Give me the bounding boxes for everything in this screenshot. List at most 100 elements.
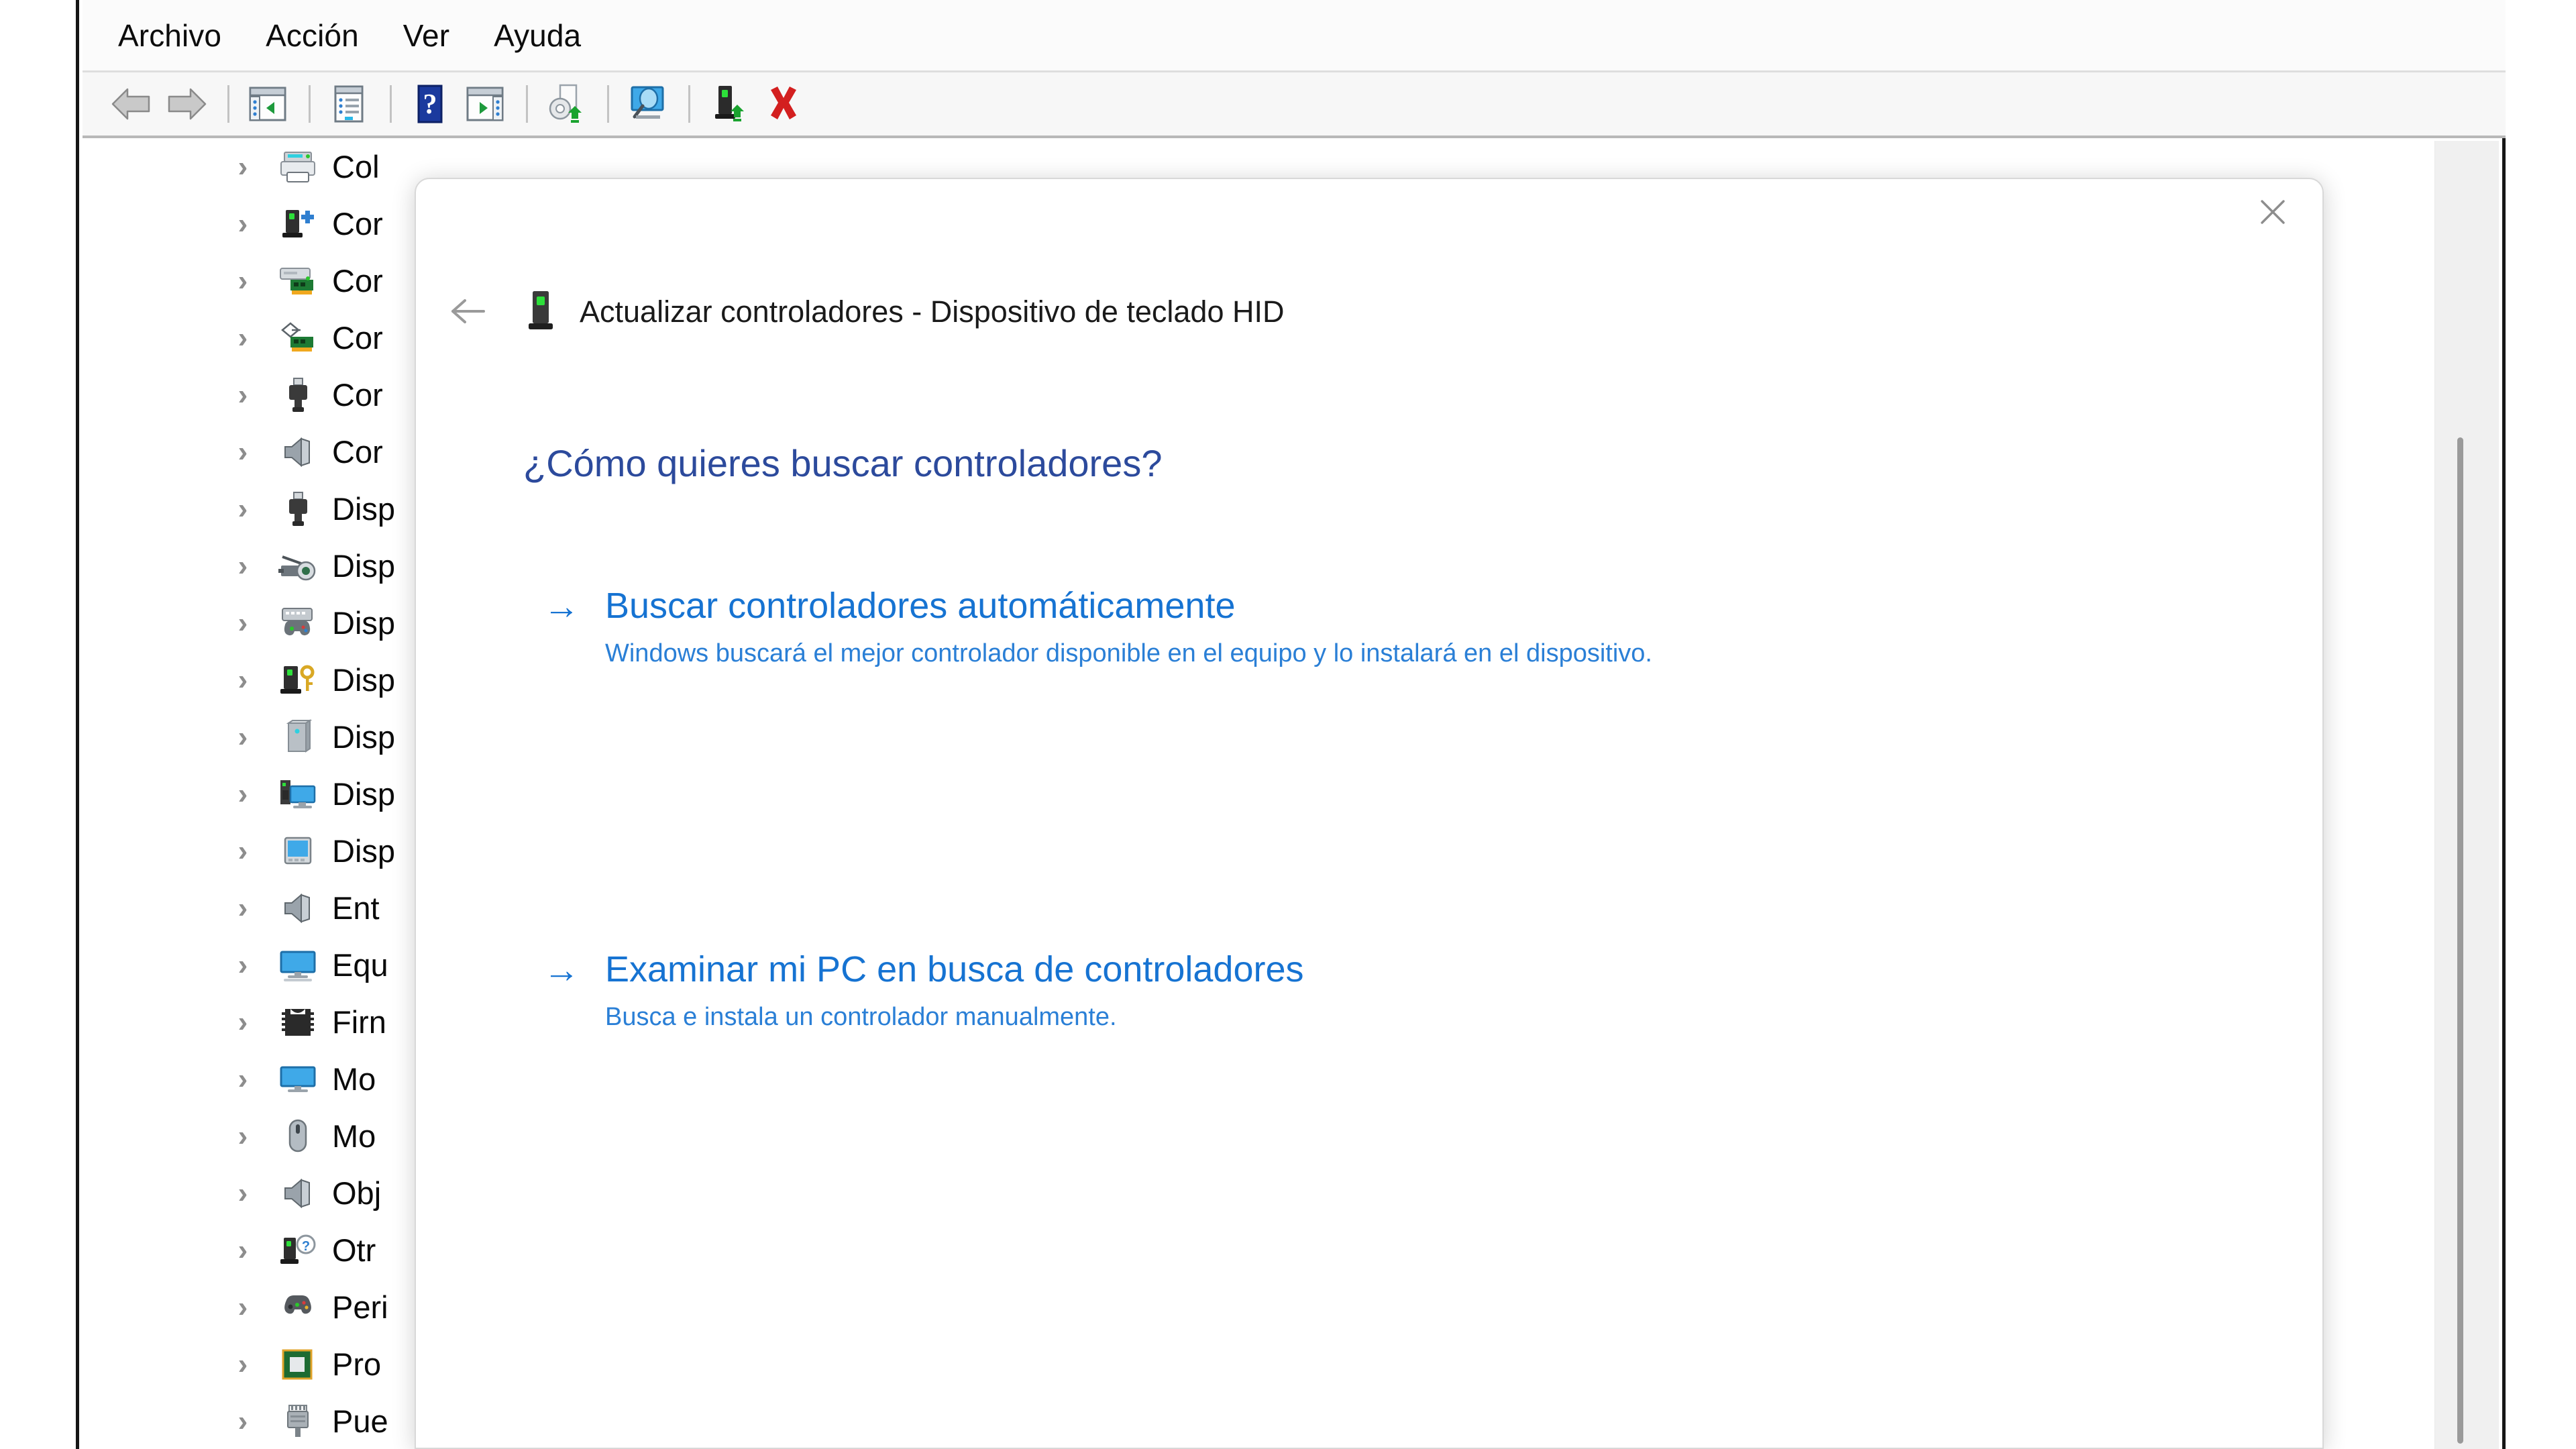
chevron-right-icon[interactable]: › bbox=[231, 779, 254, 808]
back-arrow-icon[interactable] bbox=[105, 78, 158, 130]
chevron-right-icon[interactable]: › bbox=[231, 323, 254, 352]
uninstall-device-icon[interactable] bbox=[757, 78, 810, 130]
dialog-header: Actualizar controladores - Dispositivo d… bbox=[416, 281, 2322, 341]
tree-item-label: Pro bbox=[332, 1346, 382, 1382]
properties-icon[interactable] bbox=[323, 78, 375, 130]
tree-item-label: Disp bbox=[332, 776, 396, 812]
speaker-icon bbox=[277, 431, 319, 473]
chevron-right-icon[interactable]: › bbox=[231, 437, 254, 466]
screen: Archivo Acción Ver Ayuda ? › Col › Cor ›… bbox=[0, 0, 2576, 1449]
speaker-icon bbox=[277, 1173, 319, 1214]
chevron-right-icon[interactable]: › bbox=[231, 1007, 254, 1036]
tree-item-label: Obj bbox=[332, 1175, 382, 1211]
scrollbar-thumb[interactable] bbox=[2457, 437, 2463, 1444]
arrow-right-icon: → bbox=[543, 950, 580, 990]
computer-monitor-tower-icon bbox=[277, 773, 319, 815]
toolbar-separator bbox=[390, 85, 392, 123]
menu-ayuda[interactable]: Ayuda bbox=[475, 13, 600, 58]
option-description: Windows buscará el mejor controlador dis… bbox=[605, 639, 1652, 668]
device-key-icon bbox=[277, 659, 319, 701]
dialog-title: Actualizar controladores - Dispositivo d… bbox=[580, 294, 1285, 329]
toolbar-separator bbox=[309, 85, 311, 123]
chevron-right-icon[interactable]: › bbox=[231, 608, 254, 637]
tree-item-label: Disp bbox=[332, 833, 396, 869]
close-icon[interactable] bbox=[2235, 186, 2310, 238]
tree-item-label: Peri bbox=[332, 1289, 388, 1325]
toolbar-separator bbox=[526, 85, 528, 123]
option-header: → Examinar mi PC en busca de controlador… bbox=[543, 951, 2019, 989]
tree-item-label: Disp bbox=[332, 719, 396, 755]
show-hide-action-pane-icon[interactable] bbox=[459, 78, 511, 130]
tree-item-label: Ent bbox=[332, 890, 380, 926]
device-icon bbox=[522, 289, 559, 333]
menu-bar: Archivo Acción Ver Ayuda bbox=[83, 0, 2506, 72]
tree-item-label: Cor bbox=[332, 206, 383, 241]
monitor-icon bbox=[277, 945, 319, 986]
device-plugin-icon bbox=[277, 203, 319, 245]
printer-icon bbox=[277, 146, 319, 188]
chevron-right-icon[interactable]: › bbox=[231, 1178, 254, 1208]
tree-item-label: Mo bbox=[332, 1061, 376, 1097]
scan-hardware-changes-icon[interactable] bbox=[621, 78, 674, 130]
tree-item-label: Disp bbox=[332, 605, 396, 641]
tree-item-label: Equ bbox=[332, 947, 388, 983]
toolbar-separator bbox=[688, 85, 690, 123]
menu-accion[interactable]: Acción bbox=[247, 13, 378, 58]
help-icon[interactable]: ? bbox=[404, 78, 456, 130]
svg-text:?: ? bbox=[302, 1239, 310, 1254]
forward-arrow-icon[interactable] bbox=[160, 78, 213, 130]
tree-item-label: Disp bbox=[332, 662, 396, 698]
menu-archivo[interactable]: Archivo bbox=[105, 13, 240, 58]
keyboard-gamepad-icon bbox=[277, 602, 319, 644]
back-arrow-icon[interactable] bbox=[439, 282, 496, 340]
tree-item-label: Mo bbox=[332, 1118, 376, 1154]
option-title[interactable]: Buscar controladores automáticamente bbox=[605, 587, 1236, 625]
enable-device-icon[interactable] bbox=[702, 78, 755, 130]
camera-icon bbox=[277, 545, 319, 587]
port-connector-icon bbox=[277, 1401, 319, 1442]
device-manager-window: Archivo Acción Ver Ayuda ? › Col › Cor ›… bbox=[76, 0, 2506, 1449]
processor-icon bbox=[277, 1344, 319, 1385]
vertical-scrollbar[interactable] bbox=[2434, 141, 2499, 1449]
mouse-icon bbox=[277, 1116, 319, 1157]
menu-ver[interactable]: Ver bbox=[384, 13, 468, 58]
option-header: → Buscar controladores automáticamente bbox=[543, 587, 2019, 625]
chevron-right-icon[interactable]: › bbox=[231, 266, 254, 295]
chevron-right-icon[interactable]: › bbox=[231, 950, 254, 979]
option-title[interactable]: Examinar mi PC en busca de controladores bbox=[605, 951, 1304, 989]
chevron-right-icon[interactable]: › bbox=[231, 722, 254, 751]
chevron-right-icon[interactable]: › bbox=[231, 1121, 254, 1150]
tree-item-label: Cor bbox=[332, 320, 383, 356]
tree-item-label: Cor bbox=[332, 377, 383, 413]
storage-box-icon bbox=[277, 716, 319, 758]
chevron-right-icon[interactable]: › bbox=[231, 1349, 254, 1379]
gamepad-icon bbox=[277, 1287, 319, 1328]
option-description: Busca e instala un controlador manualmen… bbox=[605, 1003, 1117, 1032]
toolbar-separator bbox=[227, 85, 229, 123]
chevron-right-icon[interactable]: › bbox=[231, 665, 254, 694]
show-hide-console-tree-icon[interactable] bbox=[241, 78, 294, 130]
update-driver-icon[interactable] bbox=[540, 78, 592, 130]
option-browse-my-computer[interactable]: → Examinar mi PC en busca de controlador… bbox=[543, 951, 2019, 1036]
chevron-right-icon[interactable]: › bbox=[231, 494, 254, 523]
tree-item-label: Disp bbox=[332, 491, 396, 527]
chevron-right-icon[interactable]: › bbox=[231, 152, 254, 181]
tree-item-label: Pue bbox=[332, 1403, 388, 1439]
chevron-right-icon[interactable]: › bbox=[231, 893, 254, 922]
network-card-icon bbox=[277, 317, 319, 359]
chevron-right-icon[interactable]: › bbox=[231, 1064, 254, 1093]
chevron-right-icon[interactable]: › bbox=[231, 1406, 254, 1436]
chevron-right-icon[interactable]: › bbox=[231, 380, 254, 409]
chevron-right-icon[interactable]: › bbox=[231, 551, 254, 580]
chip-firmware-icon bbox=[277, 1002, 319, 1043]
tree-item-label: Cor bbox=[332, 263, 383, 299]
monitor-blue-icon bbox=[277, 1059, 319, 1100]
portable-screen-icon bbox=[277, 830, 319, 872]
update-drivers-dialog: Actualizar controladores - Dispositivo d… bbox=[415, 178, 2324, 1449]
chevron-right-icon[interactable]: › bbox=[231, 836, 254, 865]
option-search-automatically[interactable]: → Buscar controladores automáticamente W… bbox=[543, 587, 2019, 672]
tree-item-label: Firn bbox=[332, 1004, 386, 1040]
chevron-right-icon[interactable]: › bbox=[231, 209, 254, 238]
chevron-right-icon[interactable]: › bbox=[231, 1292, 254, 1322]
chevron-right-icon[interactable]: › bbox=[231, 1235, 254, 1265]
